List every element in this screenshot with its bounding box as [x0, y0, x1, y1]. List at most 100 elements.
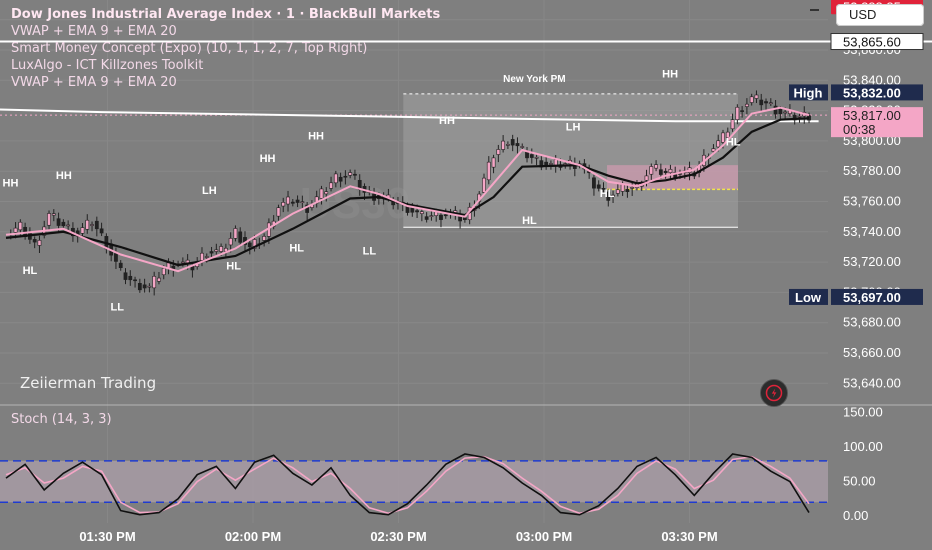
candle: [152, 275, 157, 289]
candle: [123, 272, 128, 280]
candle: [520, 146, 525, 148]
y-axis-label: 53,660.00: [843, 345, 901, 360]
price-tag-countdown: 00:38: [843, 122, 876, 137]
candle: [553, 159, 558, 166]
candle: [730, 119, 735, 130]
candle: [319, 188, 324, 199]
stoch-label[interactable]: Stoch (14, 3, 3): [11, 412, 112, 427]
candle: [654, 164, 658, 169]
candle: [630, 187, 635, 189]
candle: [85, 219, 90, 230]
candle: [300, 201, 305, 204]
candle: [18, 221, 23, 231]
price-tag-value: 53,832.00: [843, 85, 901, 100]
candle: [338, 176, 343, 182]
stoch-y-axis-label: 0.00: [843, 508, 868, 523]
candle: [615, 189, 620, 194]
indicator-label-vwap-ema[interactable]: VWAP + EMA 9 + EMA 20: [11, 23, 440, 40]
candle: [744, 103, 749, 107]
candle: [510, 139, 515, 146]
price-tag-value: 53,865.60: [843, 35, 901, 50]
candle: [443, 214, 448, 217]
candle: [668, 169, 673, 174]
flash-button[interactable]: [760, 379, 788, 407]
x-axis-label: 03:00 PM: [516, 529, 572, 544]
candle: [496, 149, 501, 155]
candle: [759, 99, 764, 106]
candle: [133, 279, 137, 282]
candle: [333, 173, 338, 184]
price-tag-value: 53,697.00: [843, 290, 901, 305]
y-axis-label: 53,740.00: [843, 224, 901, 239]
swing-label: HH: [439, 115, 455, 127]
minimize-icon[interactable]: [810, 9, 819, 11]
candle: [56, 218, 61, 226]
candle: [161, 267, 166, 276]
candle: [94, 220, 99, 230]
x-axis-label: 02:30 PM: [370, 529, 426, 544]
candle: [658, 169, 663, 175]
candle: [137, 283, 142, 291]
price-tag-label: High: [794, 85, 823, 100]
price-tag-label: Low: [795, 290, 822, 305]
candle: [462, 217, 467, 220]
candle: [482, 177, 486, 193]
candle: [549, 163, 553, 165]
candle: [80, 227, 85, 234]
candle: [620, 184, 625, 192]
candle: [592, 177, 596, 189]
candle: [214, 249, 219, 252]
swing-label: HL: [522, 215, 537, 227]
swing-label: HL: [726, 136, 741, 148]
candle: [348, 172, 353, 176]
candle: [281, 202, 286, 207]
candle: [324, 191, 329, 195]
candle: [147, 285, 152, 288]
candle: [238, 231, 243, 243]
candle: [228, 238, 233, 246]
candle: [276, 207, 281, 217]
candle: [415, 210, 419, 213]
candle: [711, 148, 716, 152]
candle: [768, 102, 773, 105]
candle: [783, 111, 788, 114]
indicator-label-smc[interactable]: Smart Money Concept (Expo) (10, 1, 1, 2,…: [11, 40, 440, 57]
swing-label: HH: [3, 177, 19, 189]
candle: [37, 240, 42, 246]
candle: [515, 143, 520, 147]
candle: [410, 207, 415, 213]
candle: [625, 189, 630, 193]
candle: [439, 214, 443, 220]
swing-label: HL: [600, 188, 615, 200]
candle: [501, 140, 506, 150]
swing-label: HH: [308, 130, 324, 142]
y-axis-label: 53,780.00: [843, 163, 901, 178]
swing-label: LL: [363, 246, 377, 258]
swing-label: HL: [289, 242, 304, 254]
swing-label: LH: [202, 185, 217, 197]
price-tag-value: 53,817.00: [843, 108, 901, 123]
candle: [353, 173, 357, 176]
candle: [90, 224, 94, 226]
candle: [142, 284, 147, 289]
candle: [343, 175, 348, 178]
candle: [114, 253, 118, 262]
author-watermark: Zeiierman Trading: [20, 374, 157, 392]
session-label: New York PM: [503, 74, 565, 85]
candle: [66, 224, 71, 227]
candle: [797, 115, 802, 118]
candle: [764, 101, 768, 104]
candle: [419, 211, 424, 214]
y-axis-label: 53,760.00: [843, 194, 901, 209]
candle: [209, 251, 214, 254]
symbol-title[interactable]: Dow Jones Industrial Average Index · 1 ·…: [11, 6, 440, 23]
candle: [649, 166, 654, 175]
candle: [778, 108, 783, 115]
indicator-label-killzones[interactable]: LuxAlgo - ICT Killzones Toolkit: [11, 57, 440, 74]
indicator-label-vwap-ema-2[interactable]: VWAP + EMA 9 + EMA 20: [11, 74, 440, 91]
candle: [118, 262, 123, 269]
candle: [749, 96, 754, 103]
candle: [773, 105, 778, 115]
swing-label: HH: [56, 170, 72, 182]
currency-selector[interactable]: USD: [836, 4, 924, 26]
